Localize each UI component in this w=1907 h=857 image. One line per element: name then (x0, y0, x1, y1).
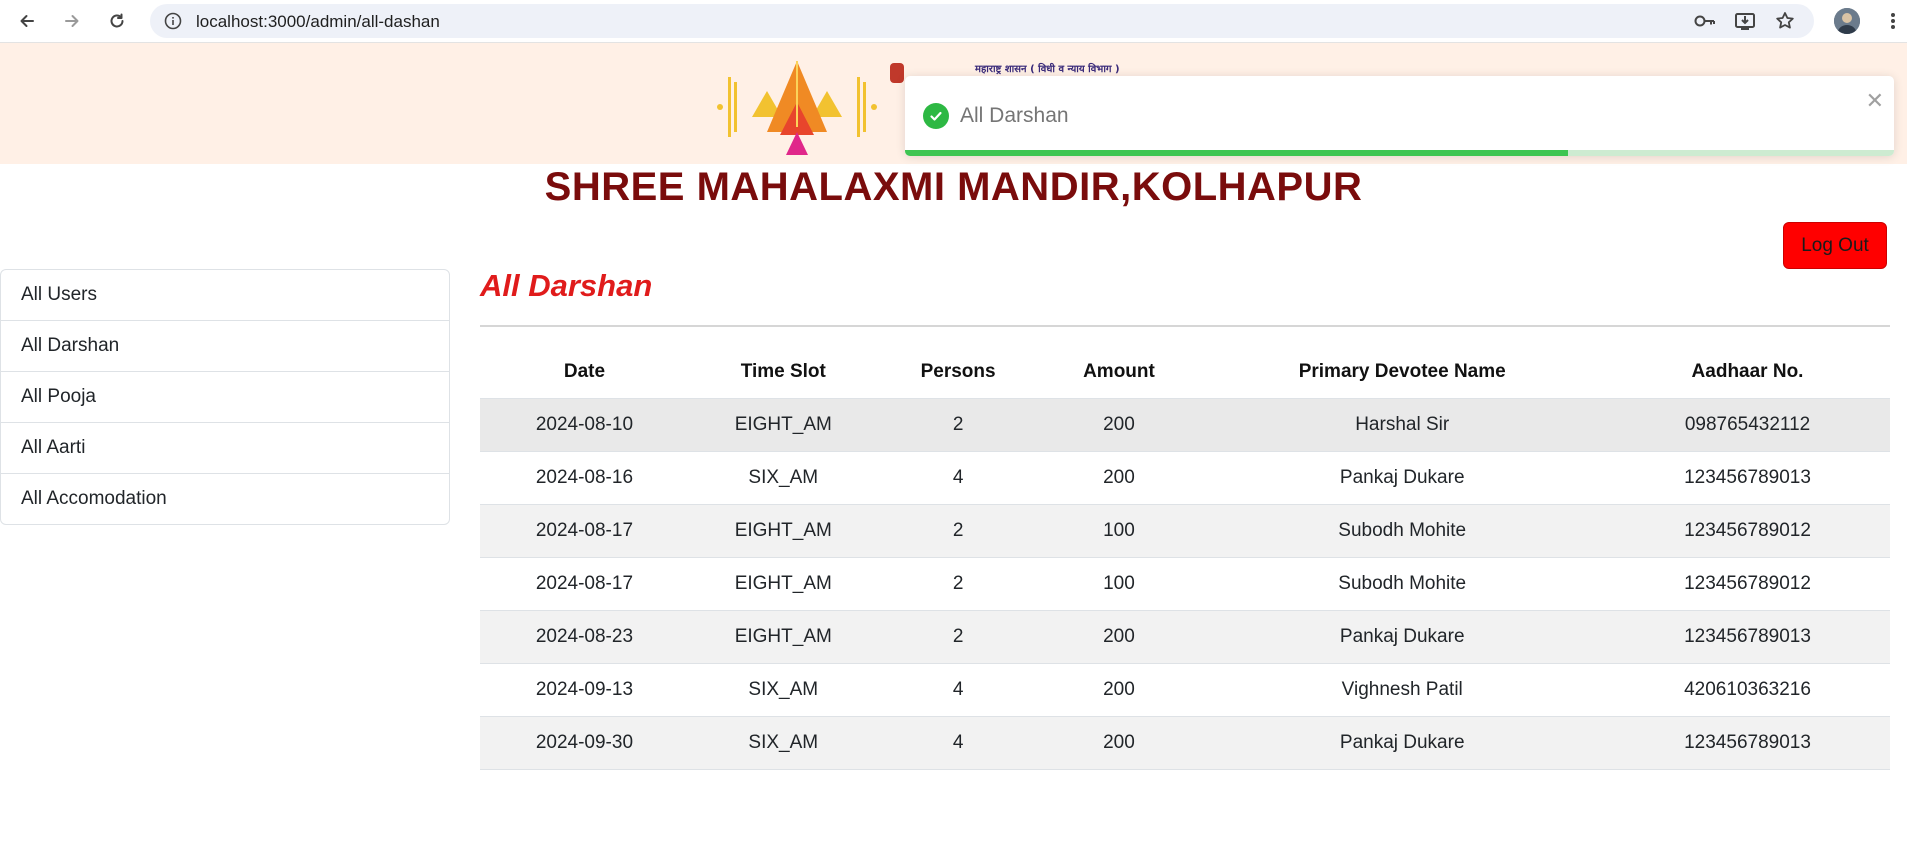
cell-persons: 4 (877, 716, 1039, 770)
cell-aadhaar: 123456789012 (1605, 504, 1890, 558)
cell-date: 2024-08-17 (480, 504, 689, 558)
password-key-icon[interactable] (1692, 8, 1718, 34)
column-header-amount: Amount (1038, 346, 1200, 399)
table-row[interactable]: 2024-08-17 EIGHT_AM 2 100 Subodh Mohite … (480, 557, 1890, 611)
cell-devotee-name: Pankaj Dukare (1199, 451, 1606, 505)
cell-amount: 200 (1038, 610, 1200, 664)
cell-persons: 2 (877, 557, 1039, 611)
sidebar-item-all-aarti[interactable]: All Aarti (1, 423, 449, 474)
cell-amount: 200 (1038, 451, 1200, 505)
column-header-time-slot: Time Slot (688, 346, 878, 399)
cell-persons: 4 (877, 451, 1039, 505)
profile-avatar[interactable] (1834, 8, 1860, 34)
sidebar-item-all-pooja[interactable]: All Pooja (1, 372, 449, 423)
column-header-persons: Persons (877, 346, 1039, 399)
column-header-date: Date (480, 346, 689, 399)
cell-amount: 200 (1038, 398, 1200, 452)
cell-aadhaar: 123456789013 (1605, 610, 1890, 664)
cell-persons: 2 (877, 610, 1039, 664)
bookmark-star-icon[interactable] (1772, 8, 1798, 34)
government-subtitle: महाराष्ट्र शासन ( विधी व न्याय विभाग ) (975, 64, 1120, 75)
check-circle-icon (923, 103, 949, 129)
cell-time-slot: EIGHT_AM (688, 504, 878, 558)
cell-date: 2024-09-30 (480, 716, 689, 770)
cell-date: 2024-08-10 (480, 398, 689, 452)
close-icon[interactable]: ✕ (1866, 90, 1884, 112)
cell-persons: 4 (877, 663, 1039, 717)
column-header-aadhaar: Aadhaar No. (1605, 346, 1890, 399)
cell-time-slot: EIGHT_AM (688, 398, 878, 452)
cell-amount: 100 (1038, 557, 1200, 611)
cell-aadhaar: 420610363216 (1605, 663, 1890, 717)
cell-date: 2024-08-23 (480, 610, 689, 664)
reload-icon[interactable] (104, 8, 130, 34)
cell-aadhaar: 123456789012 (1605, 557, 1890, 611)
cell-devotee-name: Subodh Mohite (1199, 504, 1606, 558)
address-bar[interactable]: localhost:3000/admin/all-dashan (150, 4, 1814, 38)
cell-amount: 200 (1038, 716, 1200, 770)
cell-time-slot: EIGHT_AM (688, 610, 878, 664)
sidebar-item-all-accomodation[interactable]: All Accomodation (1, 474, 449, 524)
more-menu-icon[interactable] (1880, 8, 1906, 34)
toast-progress-bar (905, 150, 1568, 156)
column-header-devotee-name: Primary Devotee Name (1199, 346, 1606, 399)
cell-devotee-name: Harshal Sir (1199, 398, 1606, 452)
url-text[interactable]: localhost:3000/admin/all-dashan (196, 12, 440, 32)
cell-aadhaar: 123456789013 (1605, 716, 1890, 770)
browser-toolbar: localhost:3000/admin/all-dashan (0, 0, 1907, 43)
table-header-row: Date Time Slot Persons Amount Primary De… (480, 346, 1890, 399)
table-row[interactable]: 2024-08-23 EIGHT_AM 2 200 Pankaj Dukare … (480, 610, 1890, 664)
cell-time-slot: SIX_AM (688, 451, 878, 505)
temple-logo-icon (712, 57, 882, 162)
back-icon[interactable] (14, 8, 40, 34)
cell-devotee-name: Pankaj Dukare (1199, 610, 1606, 664)
heading-divider (480, 325, 1890, 327)
install-app-icon[interactable] (1732, 8, 1758, 34)
cell-devotee-name: Vighnesh Patil (1199, 663, 1606, 717)
forward-icon[interactable] (59, 8, 85, 34)
cell-time-slot: EIGHT_AM (688, 557, 878, 611)
banner-title-fragment (890, 63, 904, 83)
cell-devotee-name: Pankaj Dukare (1199, 716, 1606, 770)
cell-date: 2024-09-13 (480, 663, 689, 717)
table-row[interactable]: 2024-08-17 EIGHT_AM 2 100 Subodh Mohite … (480, 504, 1890, 558)
table-row[interactable]: 2024-09-13 SIX_AM 4 200 Vighnesh Patil 4… (480, 663, 1890, 717)
table-row[interactable]: 2024-08-10 EIGHT_AM 2 200 Harshal Sir 09… (480, 398, 1890, 452)
cell-time-slot: SIX_AM (688, 663, 878, 717)
toast-message: All Darshan (960, 104, 1069, 127)
cell-devotee-name: Subodh Mohite (1199, 557, 1606, 611)
darshan-table: Date Time Slot Persons Amount Primary De… (480, 346, 1890, 770)
cell-amount: 200 (1038, 663, 1200, 717)
site-title: SHREE MAHALAXMI MANDIR,KOLHAPUR (544, 165, 1363, 209)
toast-progress-track (905, 150, 1894, 156)
table-row[interactable]: 2024-08-16 SIX_AM 4 200 Pankaj Dukare 12… (480, 451, 1890, 505)
logout-button[interactable]: Log Out (1783, 222, 1887, 269)
cell-date: 2024-08-17 (480, 557, 689, 611)
success-toast[interactable]: All Darshan ✕ (905, 76, 1894, 156)
page-title: All Darshan (480, 268, 653, 303)
sidebar-item-all-darshan[interactable]: All Darshan (1, 321, 449, 372)
site-info-icon[interactable] (164, 12, 182, 35)
cell-amount: 100 (1038, 504, 1200, 558)
cell-persons: 2 (877, 398, 1039, 452)
table-row[interactable]: 2024-09-30 SIX_AM 4 200 Pankaj Dukare 12… (480, 716, 1890, 770)
cell-persons: 2 (877, 504, 1039, 558)
cell-aadhaar: 098765432112 (1605, 398, 1890, 452)
cell-time-slot: SIX_AM (688, 716, 878, 770)
cell-date: 2024-08-16 (480, 451, 689, 505)
cell-aadhaar: 123456789013 (1605, 451, 1890, 505)
sidebar-item-all-users[interactable]: All Users (1, 270, 449, 321)
admin-sidebar: All Users All Darshan All Pooja All Aart… (0, 269, 450, 525)
